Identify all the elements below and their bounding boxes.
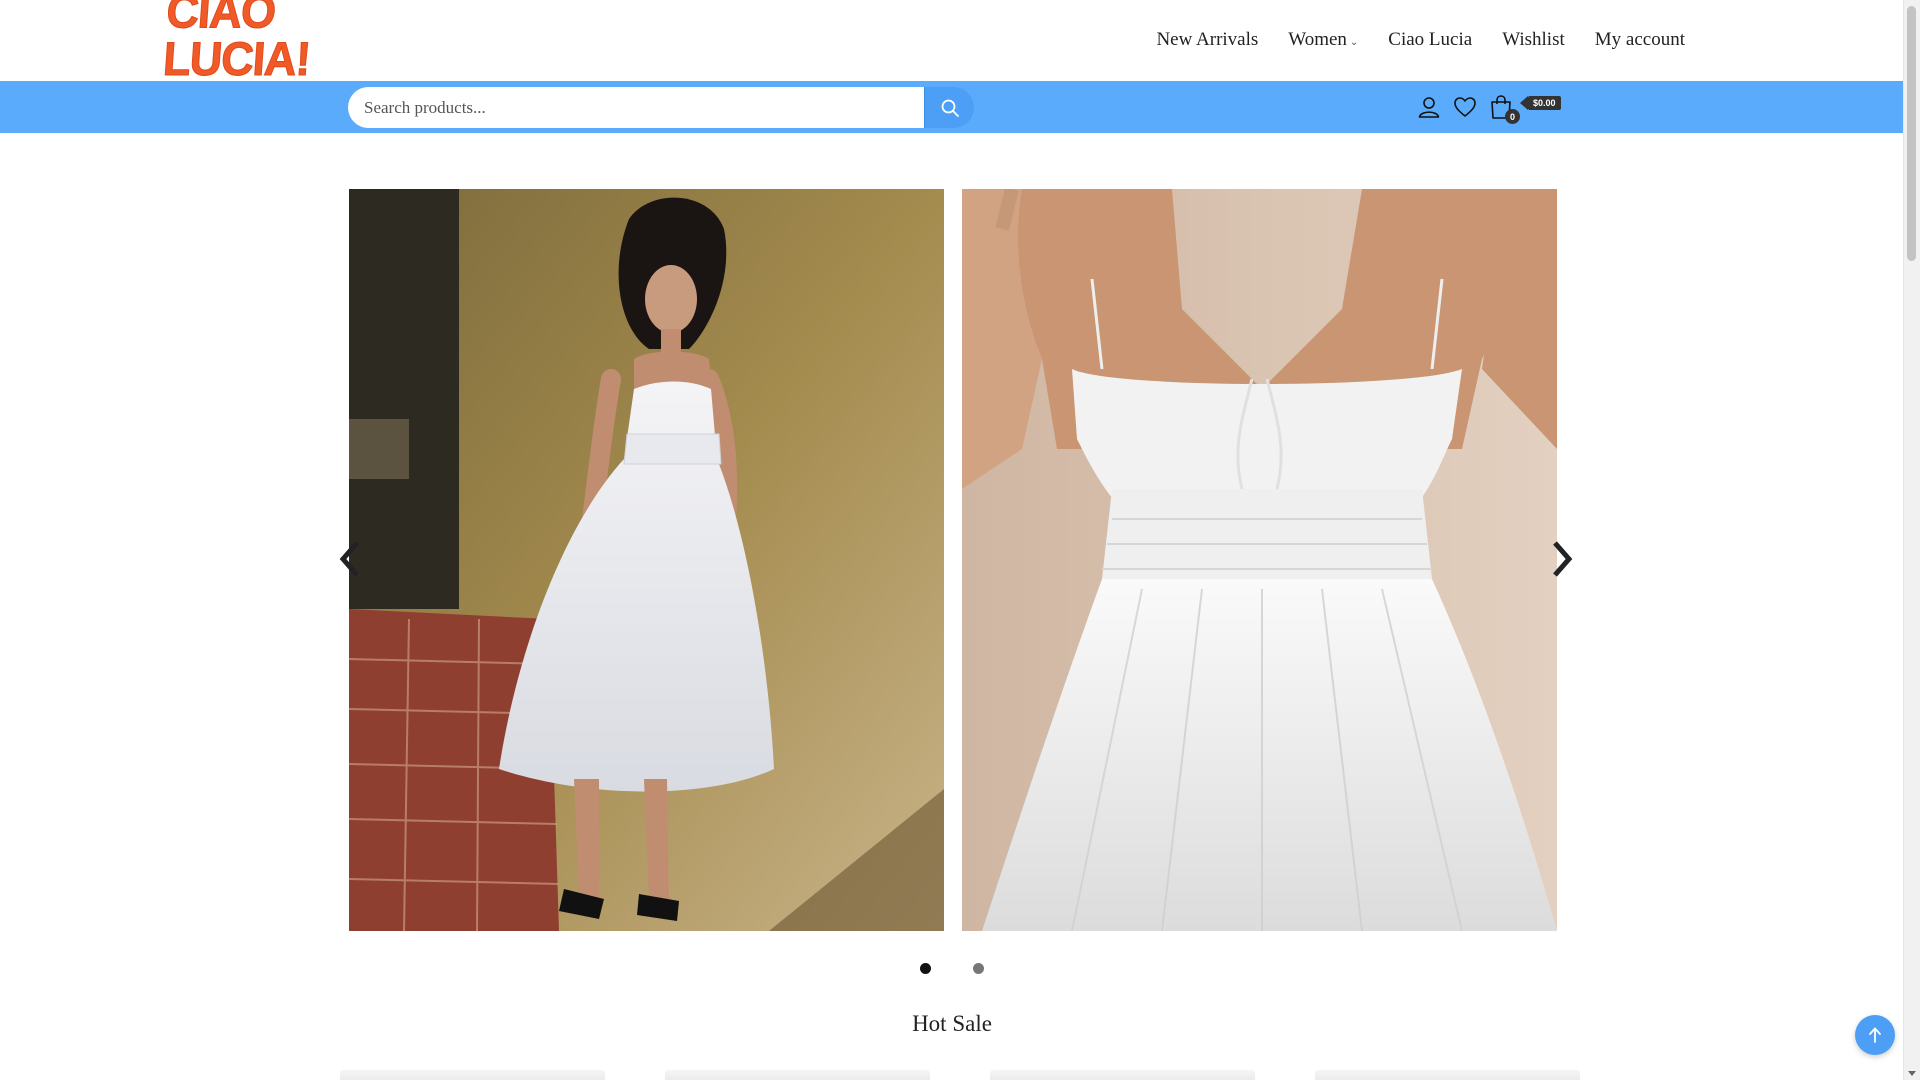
hero-image-white-dress-closeup <box>962 189 1557 931</box>
hot-sale-title: Hot Sale <box>912 1011 992 1036</box>
search-input[interactable] <box>348 87 924 128</box>
product-grid-peek <box>340 1070 1580 1080</box>
product-card[interactable] <box>665 1070 930 1080</box>
account-button[interactable] <box>1416 94 1442 120</box>
cart-total: $0.00 <box>1520 96 1561 110</box>
nav-item-women[interactable]: Women ⌄ <box>1273 29 1373 51</box>
nav-item-label: Women <box>1288 29 1347 50</box>
chevron-right-icon <box>1553 541 1573 577</box>
search-form <box>348 87 974 128</box>
cart-count-badge: 0 <box>1505 109 1520 124</box>
slider-prev-button[interactable] <box>331 534 367 584</box>
scroll-down-arrow-icon[interactable] <box>1908 1071 1916 1076</box>
nav-item-label: Wishlist <box>1502 29 1565 50</box>
top-header: CIAO LUCIA! New Arrivals Women ⌄ Ciao Lu… <box>0 0 1904 86</box>
back-to-top-button[interactable] <box>1855 1015 1895 1055</box>
hero-slide-2[interactable] <box>962 189 1557 931</box>
nav-item-label: My account <box>1594 29 1685 50</box>
cart-button[interactable]: 0 <box>1488 94 1520 124</box>
page-scrollbar[interactable] <box>1903 0 1920 1080</box>
chevron-down-icon: ⌄ <box>1349 36 1359 48</box>
hero-slide-1[interactable] <box>349 189 944 931</box>
search-icon <box>941 99 959 117</box>
search-button[interactable] <box>924 87 974 128</box>
chevron-left-icon <box>339 541 359 577</box>
header-icons: 0 $0.00 <box>1416 87 1561 127</box>
heart-icon <box>1454 97 1476 117</box>
slider-next-button[interactable] <box>1545 534 1581 584</box>
user-icon <box>1418 97 1440 118</box>
hero-slider <box>339 189 1573 931</box>
search-bar: 0 $0.00 <box>0 81 1904 133</box>
slider-dot-1[interactable] <box>920 963 931 974</box>
nav-item-label: Ciao Lucia <box>1388 29 1473 50</box>
product-card[interactable] <box>340 1070 605 1080</box>
main-nav: New Arrivals Women ⌄ Ciao Lucia Wishlist… <box>1141 0 1700 80</box>
arrow-up-icon <box>1869 1027 1881 1043</box>
scrollbar-thumb[interactable] <box>1907 6 1916 261</box>
site-logo[interactable]: CIAO LUCIA! <box>161 0 390 86</box>
nav-item-my-account[interactable]: My account <box>1580 29 1700 51</box>
product-card[interactable] <box>990 1070 1255 1080</box>
slider-dots <box>920 963 984 974</box>
slider-dot-2[interactable] <box>973 963 984 974</box>
logo-text: CIAO LUCIA! <box>161 0 312 86</box>
nav-item-wishlist[interactable]: Wishlist <box>1487 29 1580 51</box>
hero-image-woman-in-white-dress <box>349 189 944 931</box>
nav-item-new-arrivals[interactable]: New Arrivals <box>1141 29 1273 51</box>
wishlist-button[interactable] <box>1452 94 1478 120</box>
product-card[interactable] <box>1315 1070 1580 1080</box>
nav-item-label: New Arrivals <box>1156 29 1259 50</box>
nav-item-ciao-lucia[interactable]: Ciao Lucia <box>1373 29 1487 51</box>
